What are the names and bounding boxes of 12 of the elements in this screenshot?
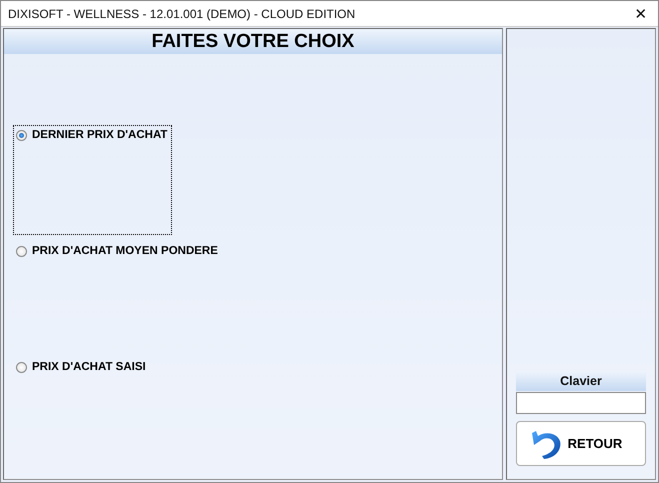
option-label[interactable]: PRIX D'ACHAT MOYEN PONDERE bbox=[32, 245, 218, 257]
keyboard-input[interactable] bbox=[516, 392, 646, 414]
radio-button[interactable] bbox=[16, 246, 27, 257]
radio-button[interactable] bbox=[16, 130, 27, 141]
back-button[interactable]: RETOUR bbox=[516, 421, 646, 466]
back-arrow-icon bbox=[530, 428, 562, 458]
keyboard-label: Clavier bbox=[516, 371, 646, 391]
panel-title: FAITES VOTRE CHOIX bbox=[4, 29, 502, 54]
radio-button[interactable] bbox=[16, 362, 27, 373]
option-label[interactable]: PRIX D'ACHAT SAISI bbox=[32, 361, 146, 373]
window-title: DIXISOFT - WELLNESS - 12.01.001 (DEMO) - CLOUD EDITION bbox=[8, 6, 356, 20]
option-label[interactable]: DERNIER PRIX D'ACHAT bbox=[32, 129, 168, 141]
